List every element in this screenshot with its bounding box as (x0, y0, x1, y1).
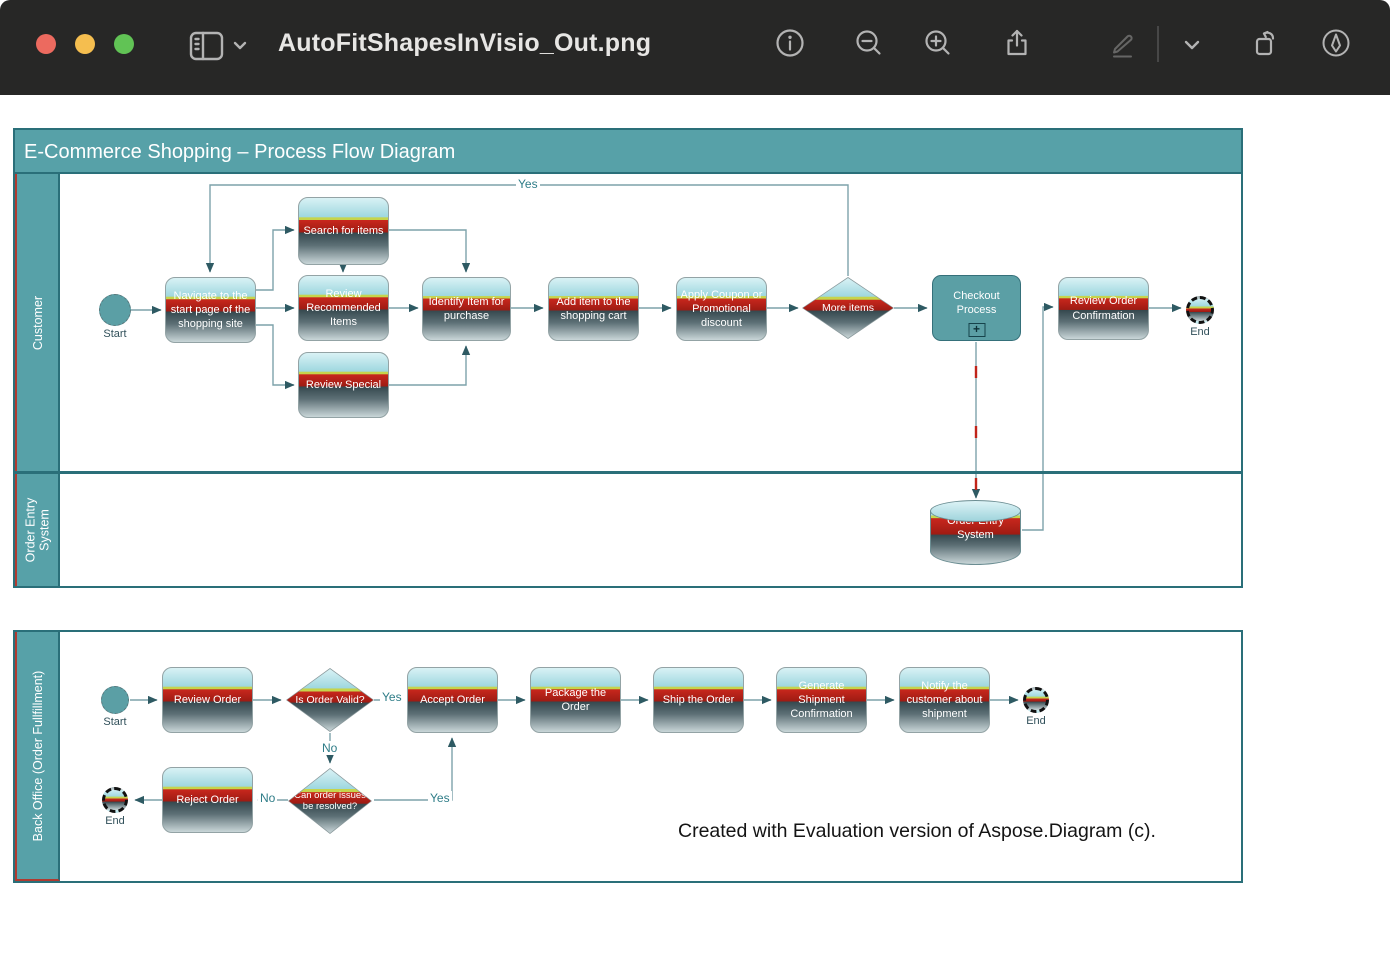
end-event-reject (102, 787, 128, 813)
gateway-is-order-valid: Is Order Valid? (286, 668, 374, 732)
task-notify-customer: Notify the customer about shipment (899, 667, 990, 733)
task-reject-order: Reject Order (162, 767, 253, 833)
close-button[interactable] (36, 34, 56, 54)
task-identify-item: Identify Item for purchase (422, 277, 511, 341)
markup-pencil-icon[interactable] (1105, 26, 1139, 60)
start-event-customer-label: Start (90, 328, 140, 340)
task-review-special: Review Special (298, 352, 389, 418)
lane-separator (15, 471, 1241, 474)
evaluation-watermark: Created with Evaluation version of Aspos… (678, 820, 1156, 843)
task-accept-order: Accept Order (407, 667, 498, 733)
task-review-order-confirmation: Review Order Confirmation (1058, 277, 1149, 340)
lane-order-entry: Order Entry System (15, 474, 60, 586)
task-review-order: Review Order (162, 667, 253, 733)
markup-chevron-icon[interactable] (1182, 38, 1202, 52)
minimize-button[interactable] (75, 34, 95, 54)
toolbar-divider (1157, 26, 1159, 62)
task-add-item: Add item to the shopping cart (548, 277, 639, 341)
task-package-order: Package the Order (530, 667, 621, 733)
end-event-customer-label: End (1178, 326, 1222, 338)
gateway-more-items: More items (802, 277, 894, 339)
preview-window: AutoFitShapesInVisio_Out.png (0, 0, 1390, 976)
end-event-customer (1186, 296, 1214, 324)
zoom-out-icon[interactable] (852, 26, 886, 60)
start-event-back-office (101, 686, 129, 714)
task-navigate: Navigate to the start page of the shoppi… (165, 277, 256, 343)
window-title: AutoFitShapesInVisio_Out.png (278, 29, 651, 58)
subprocess-plus-icon: + (968, 323, 985, 337)
gateway-more-items-label: More items (803, 278, 893, 338)
connector-label-no-valid: No (320, 741, 339, 755)
info-icon[interactable] (773, 26, 807, 60)
task-generate-confirmation: Generate Shipment Confirmation (776, 667, 867, 733)
task-ship-order: Ship the Order (653, 667, 744, 733)
start-event-back-office-label: Start (92, 716, 138, 728)
rotate-left-icon[interactable] (1248, 26, 1282, 60)
start-event-customer (99, 294, 131, 326)
end-event-fulfillment-label: End (1014, 715, 1058, 727)
zoom-window-button[interactable] (114, 34, 134, 54)
lane-back-office: Back Office (Order Fullfillment) (15, 632, 60, 881)
diagram-title: E-Commerce Shopping – Process Flow Diagr… (15, 130, 1241, 174)
task-search-items: Search for items (298, 197, 389, 265)
gateway-can-resolve: Can order issues be resolved? (288, 768, 372, 834)
task-apply-coupon: Apply Coupon or Promotional discount (676, 277, 767, 341)
title-bar: AutoFitShapesInVisio_Out.png (0, 0, 1390, 95)
datastore-order-entry-top (930, 500, 1021, 522)
sidebar-toggle-icon[interactable] (188, 27, 254, 67)
zoom-in-icon[interactable] (921, 26, 955, 60)
end-event-fulfillment (1023, 687, 1049, 713)
pen-markup-icon[interactable] (1319, 26, 1353, 60)
subprocess-checkout-label: Checkout Process (939, 289, 1014, 318)
subprocess-checkout: Checkout Process + (932, 275, 1021, 341)
task-review-recommended: Review Recommended Items (298, 275, 389, 341)
share-icon[interactable] (1000, 26, 1034, 60)
lane-customer-label: Customer (30, 295, 44, 349)
lane-customer: Customer (15, 174, 60, 471)
lane-back-office-label: Back Office (Order Fullfillment) (30, 670, 44, 841)
connector-label-yes-top: Yes (516, 177, 540, 191)
gateway-can-resolve-label: Can order issues be resolved? (289, 769, 371, 833)
connector-label-yes-valid: Yes (380, 690, 404, 704)
gateway-is-order-valid-label: Is Order Valid? (287, 669, 373, 731)
connector-label-no-resolve: No (258, 791, 277, 805)
pool-customer-frame (13, 128, 1243, 588)
lane-order-entry-label: Order Entry System (23, 489, 52, 571)
connector-label-yes-resolve: Yes (428, 791, 452, 805)
end-event-reject-label: End (93, 815, 137, 827)
